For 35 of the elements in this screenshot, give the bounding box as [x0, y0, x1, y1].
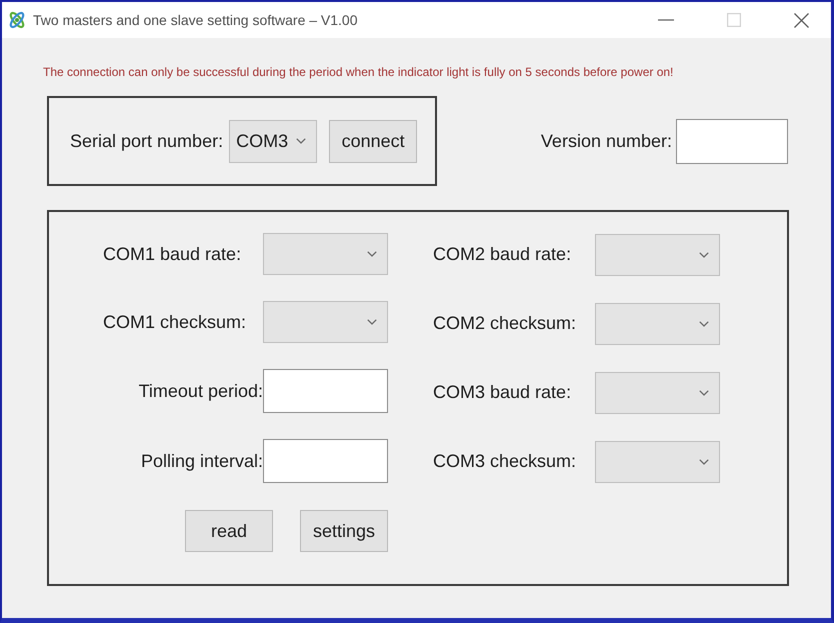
- version-field[interactable]: [676, 118, 788, 164]
- app-logo-icon: [7, 9, 27, 31]
- input-field[interactable]: [263, 439, 388, 483]
- field-label: COM2 checksum:: [433, 313, 576, 334]
- field-label: COM3 baud rate:: [433, 382, 572, 403]
- dropdown[interactable]: [595, 440, 720, 482]
- connect-button[interactable]: connect: [329, 120, 418, 162]
- window-title: Two masters and one slave setting software – V1.00: [33, 12, 358, 28]
- dropdown[interactable]: [263, 301, 388, 343]
- version-label: Version number:: [540, 130, 672, 152]
- dropdown[interactable]: [595, 234, 720, 276]
- minimize-icon[interactable]: [658, 19, 674, 21]
- chevron-down-icon: [296, 138, 306, 144]
- port-label: Serial port number:: [70, 130, 224, 152]
- chevron-down-icon: [699, 320, 709, 326]
- field-label: Timeout period:: [138, 380, 263, 402]
- field-label: COM2 baud rate:: [433, 244, 572, 265]
- field-label: Polling interval:: [140, 450, 263, 472]
- dropdown[interactable]: [595, 302, 720, 344]
- close-icon[interactable]: [794, 12, 809, 28]
- field-label: COM3 checksum:: [433, 451, 576, 472]
- field-label: COM1 checksum:: [103, 312, 246, 332]
- input-field[interactable]: [263, 369, 388, 413]
- port-dropdown[interactable]: COM3: [229, 120, 318, 162]
- chevron-down-icon: [367, 251, 377, 257]
- chevron-down-icon: [699, 252, 709, 258]
- chevron-down-icon: [367, 319, 377, 325]
- warning-text: The connection can only be successful during the period when the indicator light is fully on 5 seconds before power on!: [43, 64, 674, 80]
- field-label: COM1 baud rate:: [103, 244, 242, 264]
- settings-button[interactable]: settings: [300, 510, 388, 552]
- chevron-down-icon: [699, 390, 709, 396]
- dropdown[interactable]: [595, 372, 720, 414]
- dropdown[interactable]: [263, 233, 388, 275]
- chevron-down-icon: [699, 458, 709, 464]
- read-button[interactable]: read: [185, 510, 273, 552]
